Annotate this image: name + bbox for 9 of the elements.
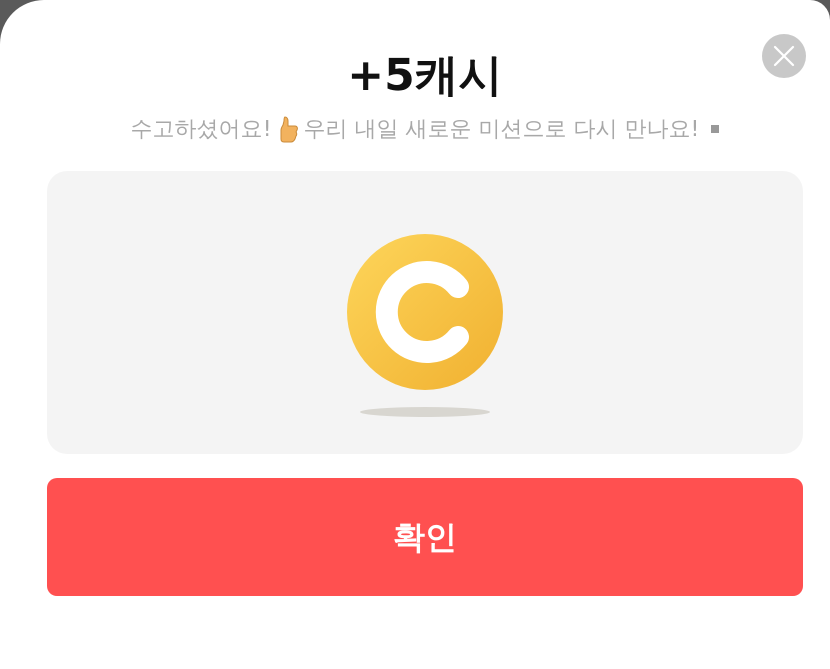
coin-shadow-icon <box>360 407 490 417</box>
close-icon <box>773 45 795 67</box>
close-button[interactable] <box>762 34 806 78</box>
confirm-button[interactable]: 확인 <box>47 478 803 596</box>
message-text: 수고하셨어요! <box>130 116 272 144</box>
message-text: 우리 내일 새로운 미션으로 다시 만나요! <box>304 116 700 144</box>
dialog-title: +5캐시 <box>347 54 503 98</box>
square-icon <box>711 125 720 133</box>
coin-icon <box>346 233 504 391</box>
